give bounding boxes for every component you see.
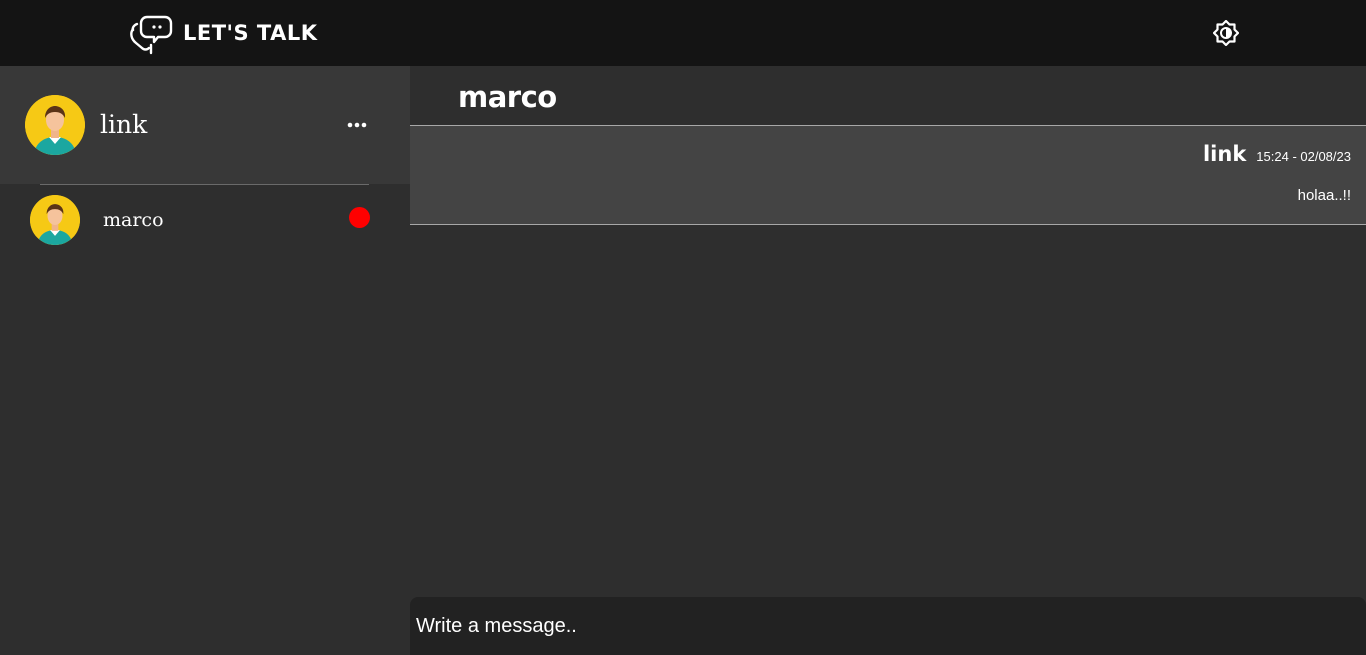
divider xyxy=(40,184,369,185)
more-horizontal-icon[interactable] xyxy=(346,118,368,132)
message-list: link 15:24 - 02/08/23 holaa..!! xyxy=(410,126,1366,596)
brightness-icon[interactable] xyxy=(1213,20,1239,46)
user-avatar-icon xyxy=(25,95,85,155)
app-title: LET'S TALK xyxy=(183,21,318,45)
message-item: link 15:24 - 02/08/23 holaa..!! xyxy=(410,126,1366,225)
chat-hand-logo-icon xyxy=(130,15,173,55)
sidebar: link marco xyxy=(0,66,410,655)
top-bar: LET'S TALK xyxy=(0,0,1366,66)
current-user-name: link xyxy=(100,110,148,139)
status-indicator xyxy=(349,207,370,228)
current-user-panel: link xyxy=(0,66,410,184)
message-timestamp: 15:24 - 02/08/23 xyxy=(1256,149,1351,164)
chat-header: marco xyxy=(410,66,1366,126)
message-author: link xyxy=(1202,142,1247,166)
contact-name: marco xyxy=(103,209,164,231)
message-text: holaa..!! xyxy=(1297,187,1351,204)
message-composer xyxy=(410,597,1366,655)
user-avatar-icon xyxy=(30,195,80,245)
message-input[interactable] xyxy=(410,597,1366,655)
chat-title: marco xyxy=(458,80,557,114)
brand[interactable]: LET'S TALK xyxy=(127,11,318,55)
message-meta: link 15:24 - 02/08/23 xyxy=(1203,142,1351,166)
contact-item-marco[interactable]: marco xyxy=(0,192,410,248)
